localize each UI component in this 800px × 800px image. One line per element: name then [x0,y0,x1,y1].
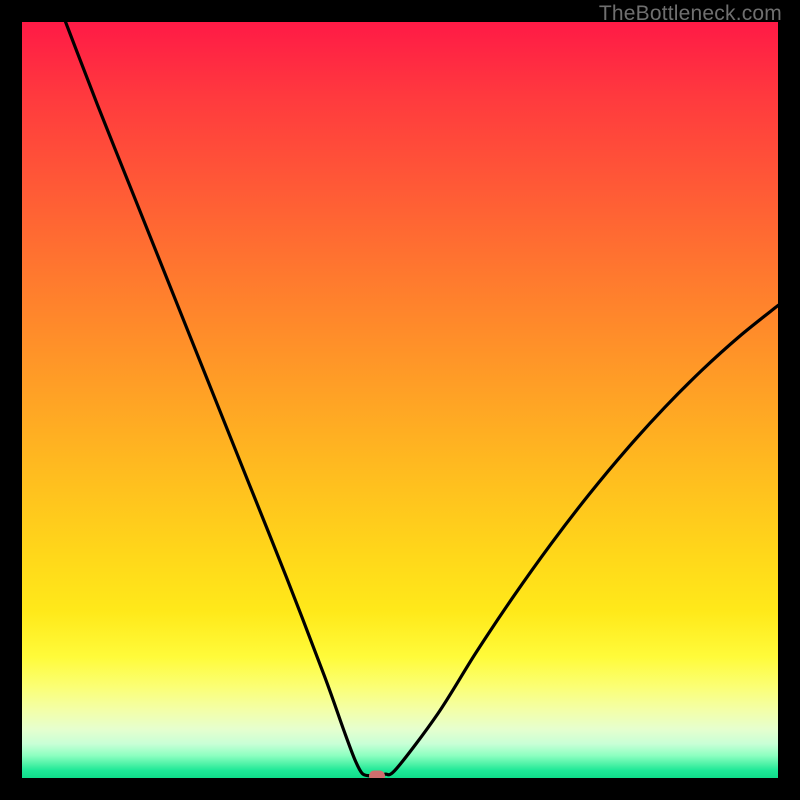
chart-frame: TheBottleneck.com [0,0,800,800]
plot-area [22,22,778,778]
watermark-text: TheBottleneck.com [599,2,782,26]
optimum-marker [369,770,385,778]
bottleneck-curve [22,22,778,778]
